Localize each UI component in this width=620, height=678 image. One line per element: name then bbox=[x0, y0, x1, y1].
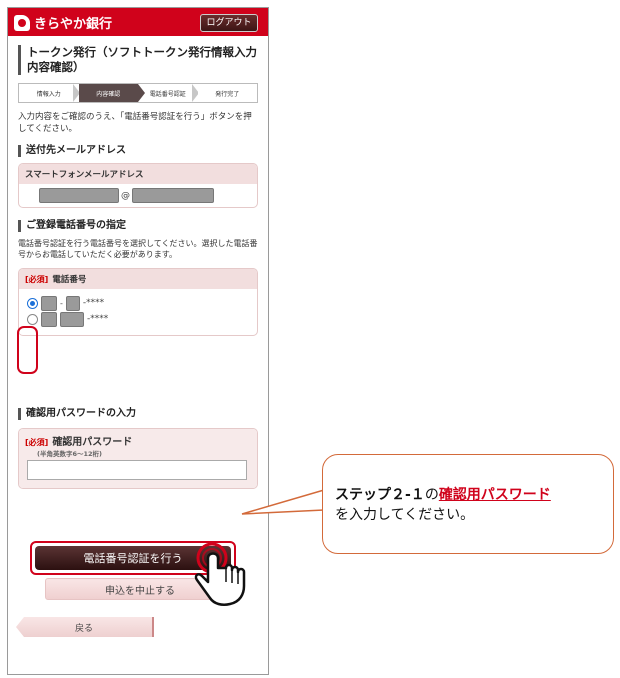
password-label-row: [必須] 確認用パスワード (半角英数字6～12桁) bbox=[19, 429, 257, 488]
phone-radio-1[interactable] bbox=[27, 297, 38, 309]
callout-pointer bbox=[241, 489, 325, 515]
phone-masked-part bbox=[60, 311, 84, 327]
phone-masked-suffix: -**** bbox=[87, 314, 109, 324]
phone-section-heading: ご登録電話番号の指定 bbox=[18, 220, 258, 232]
email-card-title: スマートフォンメールアドレス bbox=[19, 164, 257, 184]
phone-card: [必須] 電話番号 - -**** -**** bbox=[18, 268, 258, 336]
password-card: [必須] 確認用パスワード (半角英数字6～12桁) bbox=[18, 428, 258, 489]
step-label: 電話番号認証 bbox=[149, 90, 186, 98]
intro-text: 入力内容をご確認のうえ、「電話番号認証を行う」ボタンを押してください。 bbox=[18, 112, 252, 134]
confirm-password-input[interactable] bbox=[27, 460, 247, 480]
required-tag: [必須] bbox=[25, 275, 49, 284]
logout-button[interactable]: ログアウト bbox=[200, 14, 258, 32]
password-hint: (半角英数字6～12桁) bbox=[37, 450, 103, 458]
email-domain-masked bbox=[132, 188, 214, 203]
password-label: 確認用パスワード bbox=[52, 437, 133, 448]
radio-highlight-frame bbox=[17, 326, 38, 374]
bank-logo-icon bbox=[14, 14, 30, 31]
email-local-masked bbox=[39, 188, 119, 203]
phone-card-label: 電話番号 bbox=[52, 275, 87, 285]
callout-suffix: を入力してください。 bbox=[335, 507, 475, 523]
instruction-callout: ステップ２-１の確認用パスワード を入力してください。 bbox=[322, 454, 614, 554]
callout-text: ステップ２-１の確認用パスワード を入力してください。 bbox=[335, 485, 551, 525]
back-button[interactable]: 戻る bbox=[16, 617, 154, 637]
phone-description: 電話番号認証を行う電話番号を選択してください。選択した電話番号からお電話していた… bbox=[18, 239, 258, 259]
step-complete: 発行完了 bbox=[197, 84, 257, 102]
progress-steps: 情報入力 内容確認 電話番号認証 発行完了 bbox=[18, 83, 258, 103]
step-phone-auth: 電話番号認証 bbox=[138, 84, 199, 102]
email-card: スマートフォンメールアドレス @ bbox=[18, 163, 258, 208]
bank-name: きらやか銀行 bbox=[34, 17, 113, 32]
email-section-heading: 送付先メールアドレス bbox=[18, 145, 258, 157]
callout-particle: の bbox=[424, 487, 439, 503]
phone-masked-part bbox=[41, 311, 57, 327]
phone-masked-suffix: -**** bbox=[82, 298, 105, 308]
app-header: きらやか銀行 ログアウト bbox=[8, 8, 268, 36]
phone-masked-part bbox=[65, 295, 80, 311]
callout-step: ステップ２-１ bbox=[335, 487, 425, 503]
phone-masked-part bbox=[41, 295, 57, 311]
step-label: 発行完了 bbox=[215, 90, 240, 98]
step-confirm: 内容確認 bbox=[78, 84, 145, 102]
pointing-hand-icon bbox=[194, 542, 246, 606]
email-value: @ bbox=[25, 188, 251, 203]
page-title: トークン発行（ソフトトークン発行情報入力内容確認） bbox=[18, 45, 258, 75]
step-input: 情報入力 bbox=[19, 84, 80, 102]
step-label: 情報入力 bbox=[36, 90, 61, 98]
phone-card-title: [必須] 電話番号 bbox=[19, 269, 257, 289]
phone-radio-2[interactable] bbox=[27, 313, 38, 325]
at-sign: @ bbox=[121, 190, 130, 201]
callout-highlight: 確認用パスワード bbox=[438, 487, 551, 503]
phone-option-1[interactable]: - -**** bbox=[27, 295, 251, 311]
phone-option-2[interactable]: -**** bbox=[27, 311, 251, 327]
password-section-heading: 確認用パスワードの入力 bbox=[18, 408, 258, 420]
bank-logo: きらやか銀行 bbox=[14, 13, 112, 32]
required-tag: [必須] bbox=[25, 438, 49, 447]
step-label: 内容確認 bbox=[96, 90, 121, 98]
